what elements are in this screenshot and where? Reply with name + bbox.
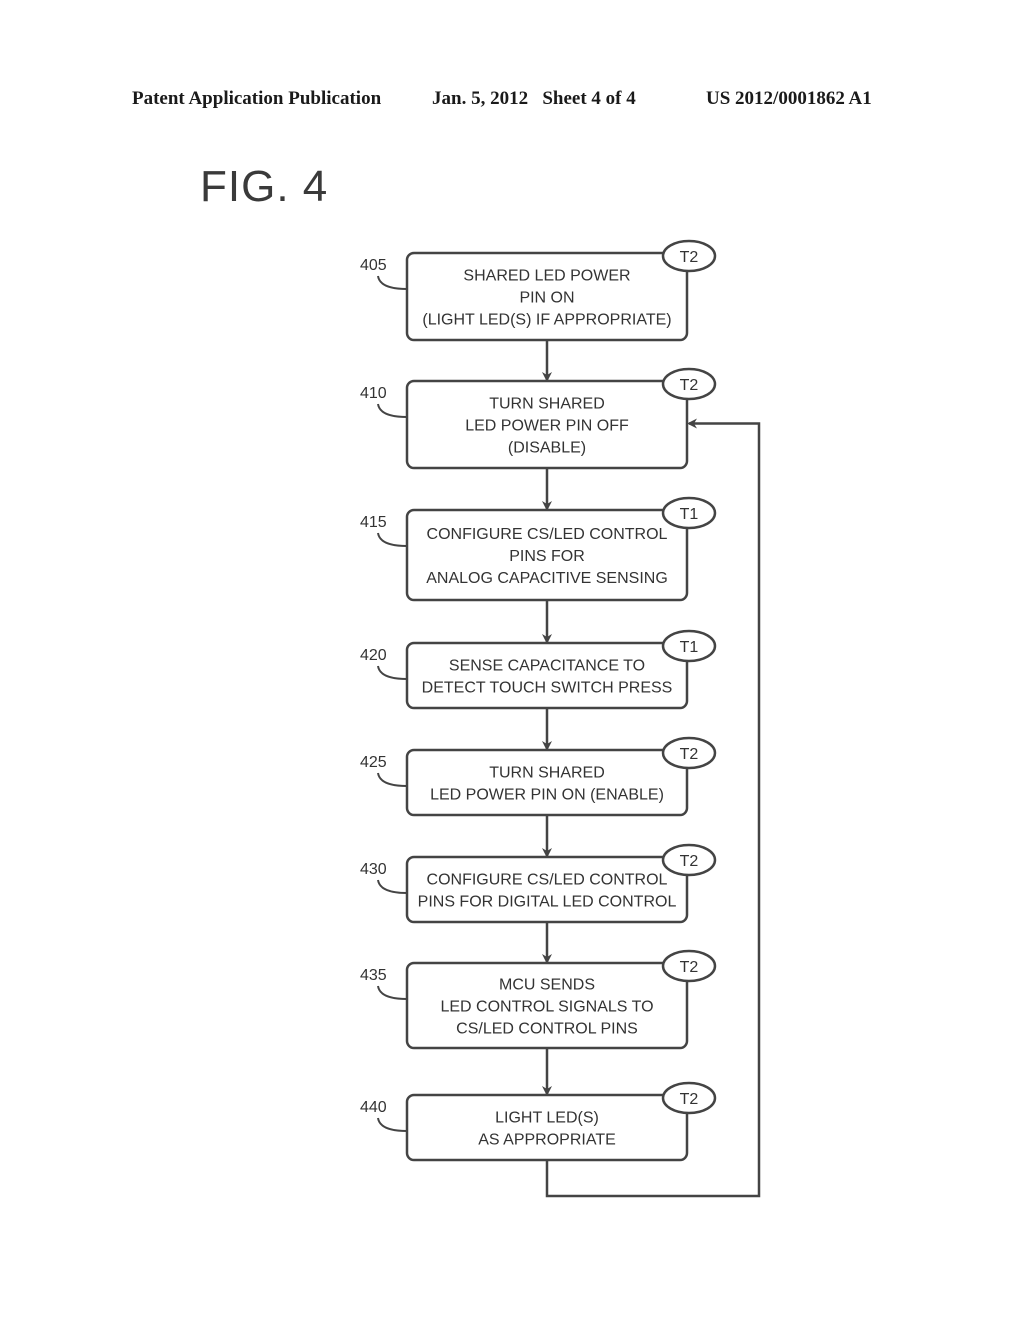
step-text-line: TURN SHARED (489, 396, 605, 413)
flow-step-425: T2 425 TURN SHARED LED POWER PIN ON (ENABLE… (360, 736, 717, 817)
step-text-line: DETECT TOUCH SWITCH PRESS (422, 680, 673, 697)
step-text-line: LIGHT LED(S) (495, 1110, 599, 1127)
step-text-line: PINS FOR DIGITAL LED CONTROL (418, 894, 677, 911)
step-box (405, 748, 689, 817)
step-ref-number: 420 (360, 647, 387, 664)
step-box (405, 855, 689, 924)
thread-tag-label: T2 (680, 249, 699, 266)
step-text-line: (LIGHT LED(S) IF APPROPRIATE) (422, 312, 671, 329)
thread-tag-label: T2 (680, 377, 699, 394)
flow-step-410: T2 410 TURN SHARED LED POWER PIN OFF (DISABL… (360, 367, 717, 470)
flow-step-435: T2 435 MCU SENDS LED CONTROL SIGNALS TO CS/L… (360, 949, 717, 1050)
flow-step-415: T1 415 CONFIGURE CS/LED CONTROL PINS FOR ANA… (360, 496, 717, 602)
step-ref-number: 425 (360, 754, 387, 771)
step-text-line: PINS FOR (509, 548, 585, 565)
thread-tag-label: T2 (680, 959, 699, 976)
step-box (405, 641, 689, 710)
leader-line (377, 532, 408, 547)
thread-tag-label: T1 (680, 639, 699, 656)
step-text-line: CONFIGURE CS/LED CONTROL (427, 872, 668, 889)
step-text-line: PIN ON (519, 290, 574, 307)
leader-line (377, 1117, 408, 1132)
step-text-line: CONFIGURE CS/LED CONTROL (427, 526, 668, 543)
step-ref-number: 440 (360, 1099, 387, 1116)
step-text-line: AS APPROPRIATE (478, 1132, 616, 1149)
flow-step-420: T1 420 SENSE CAPACITANCE TO DETECT TOUCH SW… (360, 629, 717, 710)
step-text-line: MCU SENDS (499, 977, 595, 994)
leader-line (377, 879, 408, 894)
flow-step-440: T2 440 LIGHT LED(S) AS APPROPRIATE (360, 1081, 717, 1162)
thread-tag-label: T2 (680, 853, 699, 870)
leader-line (377, 403, 408, 418)
step-ref-number: 435 (360, 967, 387, 984)
step-text-line: SHARED LED POWER (463, 268, 630, 285)
thread-tag-label: T1 (680, 506, 699, 523)
flow-step-405: T2 405 SHARED LED POWER PIN ON (LIGHT LED(S)… (360, 239, 717, 342)
thread-tag-label: T2 (680, 1091, 699, 1108)
step-text-line: LED POWER PIN OFF (465, 418, 629, 435)
step-text-line: CS/LED CONTROL PINS (456, 1021, 638, 1038)
step-text-line: LED POWER PIN ON (ENABLE) (430, 787, 664, 804)
step-text-line: TURN SHARED (489, 765, 605, 782)
leader-line (377, 275, 408, 290)
step-ref-number: 405 (360, 257, 387, 274)
flowchart: T2 405 SHARED LED POWER PIN ON (LIGHT LED(S)… (360, 239, 761, 1198)
step-box (405, 1093, 689, 1162)
step-ref-number: 430 (360, 861, 387, 878)
step-text-line: (DISABLE) (508, 440, 586, 457)
leader-line (377, 772, 408, 787)
leader-line (377, 985, 408, 1000)
thread-tag-label: T2 (680, 746, 699, 763)
step-text-line: ANALOG CAPACITIVE SENSING (426, 570, 668, 587)
step-text-line: SENSE CAPACITANCE TO (449, 658, 645, 675)
step-ref-number: 415 (360, 514, 387, 531)
step-ref-number: 410 (360, 385, 387, 402)
flow-step-430: T2 430 CONFIGURE CS/LED CONTROL PINS FOR DI… (360, 843, 717, 924)
step-text-line: LED CONTROL SIGNALS TO (440, 999, 653, 1016)
leader-line (377, 665, 408, 680)
